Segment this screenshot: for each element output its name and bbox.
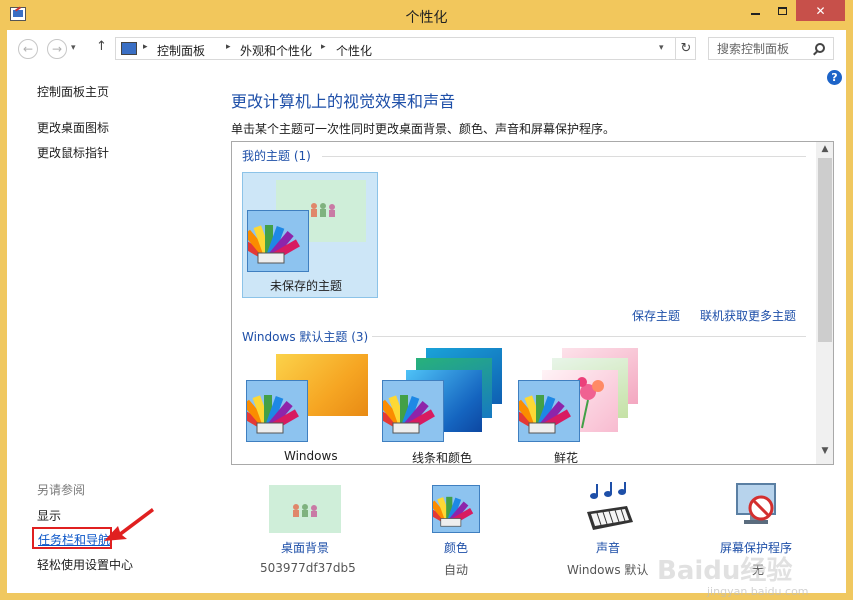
theme-color-tile [246,380,308,442]
people-icon [293,504,317,517]
chevron-right-icon[interactable]: ▸ [321,42,326,52]
maximize-button[interactable] [769,0,796,21]
get-more-themes-link[interactable]: 联机获取更多主题 [700,307,796,324]
title-bar: 个性化 ✕ [0,0,853,30]
theme-unsaved[interactable]: 未保存的主题 [242,172,378,298]
arrow-left-icon: ← [22,42,34,56]
color-label[interactable]: 颜色 [444,539,468,556]
help-icon[interactable]: ? [827,70,842,85]
control-panel-icon [121,42,137,55]
color-palette-icon [519,395,571,434]
see-also-display-link[interactable]: 显示 [37,507,61,524]
music-notes-icon [590,482,626,499]
theme-list[interactable]: 我的主题 (1) 未保存的主题 保存主题 联机获取更多主题 Windows 默认… [231,141,834,465]
window-title: 个性化 [405,10,448,26]
theme-color-tile [382,380,444,442]
red-arrow-icon [104,508,154,541]
see-also-taskbar-link-highlight[interactable]: 任务栏和导航 [32,527,112,549]
minimize-icon [751,12,760,15]
breadcrumb-item[interactable]: 控制面板 [157,42,205,59]
sound-value: Windows 默认 [567,563,649,577]
color-palette-icon [383,395,435,434]
default-themes-heading: Windows 默认主题 (3) [242,330,369,344]
see-also-taskbar-link[interactable]: 任务栏和导航 [38,531,110,548]
watermark: Baidu经验 [657,556,793,586]
address-chevron-down-icon[interactable]: ▾ [659,43,664,53]
divider [322,156,806,157]
theme-name: Windows [284,449,338,463]
up-button[interactable]: ↑ [96,39,107,54]
refresh-button[interactable]: ↻ [675,38,696,59]
sound-label[interactable]: 声音 [596,539,620,556]
close-button[interactable]: ✕ [796,0,845,21]
color-button[interactable] [432,485,480,533]
theme-list-scrollbar[interactable]: ▲ ▼ [816,142,833,464]
sidebar-link-mouse-pointers[interactable]: 更改鼠标指针 [37,144,109,161]
theme-lines-and-colors[interactable]: 线条和颜色 [382,348,512,464]
chevron-right-icon[interactable]: ▸ [226,42,231,52]
minimize-button[interactable] [742,0,769,21]
color-palette-icon [433,496,474,527]
theme-name: 未保存的主题 [270,279,343,293]
chevron-right-icon[interactable]: ▸ [143,42,148,52]
desktop-background-label[interactable]: 桌面背景 [281,539,329,556]
search-icon[interactable] [815,43,825,53]
sidebar-link-desktop-icons[interactable]: 更改桌面图标 [37,119,109,136]
page-description: 单击某个主题可一次性同时更改桌面背景、颜色、声音和屏幕保护程序。 [231,122,616,136]
scroll-down-icon[interactable]: ▼ [816,446,833,460]
theme-name: 线条和颜色 [412,451,473,465]
no-entry-icon [748,495,774,521]
recent-locations-chevron-down-icon[interactable]: ▾ [71,43,76,53]
theme-color-tile [247,210,309,272]
color-value: 自动 [444,563,469,577]
theme-windows[interactable]: Windows [246,354,368,464]
breadcrumb-item[interactable]: 个性化 [336,42,372,59]
see-also-heading: 另请参阅 [37,483,86,497]
color-palette-icon [247,395,299,434]
keyboard-icon [587,506,633,530]
refresh-icon: ↻ [680,41,692,56]
see-also-ease-of-access-link[interactable]: 轻松使用设置中心 [37,556,133,573]
maximize-icon [778,6,787,15]
scroll-thumb[interactable] [818,158,832,342]
watermark-url: jingyan.baidu.com [707,585,809,598]
desktop-background-value: 503977df37db5 [260,561,356,575]
save-theme-link[interactable]: 保存主题 [632,307,680,324]
screen-saver-button[interactable] [733,482,779,528]
desktop-background-button[interactable] [269,485,341,533]
window: 个性化 ✕ ← → ▾ ↑ ▸ 控制面板 ▸ 外观和个性化 ▸ 个性化 ▾ ↻ [0,0,853,600]
address-bar[interactable]: ▸ 控制面板 ▸ 外观和个性化 ▸ 个性化 ▾ ↻ [115,37,696,60]
forward-button[interactable]: → [47,39,67,59]
theme-flowers[interactable]: 鲜花 [518,348,648,464]
my-themes-heading: 我的主题 (1) [242,149,311,163]
search-input[interactable] [709,38,813,59]
navigation-bar: ← → ▾ ↑ ▸ 控制面板 ▸ 外观和个性化 ▸ 个性化 ▾ ↻ [7,30,846,66]
divider [372,336,806,337]
search-box[interactable] [708,37,834,60]
sound-button[interactable] [583,482,635,532]
arrow-up-icon: ↑ [96,39,107,54]
color-palette-icon [248,225,300,264]
theme-name: 鲜花 [554,451,579,465]
back-button[interactable]: ← [18,39,38,59]
breadcrumb-item[interactable]: 外观和个性化 [240,42,312,59]
page-title: 更改计算机上的视觉效果和声音 [231,92,456,111]
scroll-up-icon[interactable]: ▲ [816,144,833,158]
sidebar-home-link[interactable]: 控制面板主页 [37,83,109,100]
arrow-right-icon: → [51,42,63,56]
client-area: ← → ▾ ↑ ▸ 控制面板 ▸ 外观和个性化 ▸ 个性化 ▾ ↻ ? 控制面板… [7,30,846,598]
theme-color-tile [518,380,580,442]
